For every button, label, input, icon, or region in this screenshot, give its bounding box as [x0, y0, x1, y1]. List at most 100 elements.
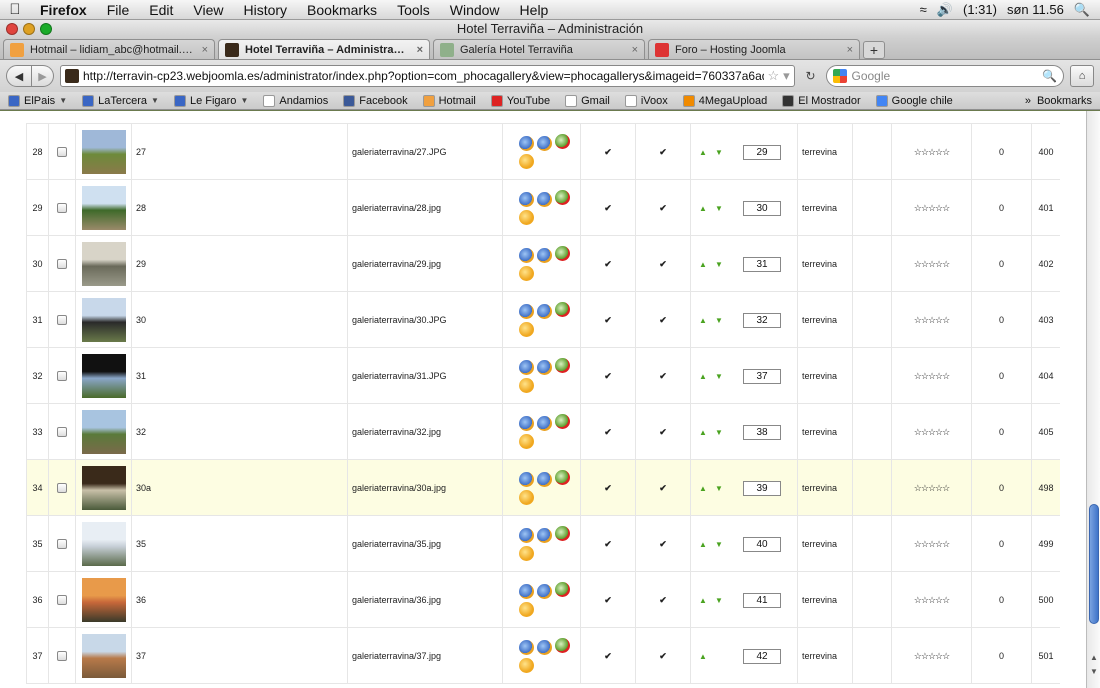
row-checkbox[interactable] — [57, 315, 67, 325]
close-tab-icon[interactable]: × — [417, 44, 423, 56]
vertical-scrollbar[interactable]: ▲ ▼ — [1086, 111, 1100, 688]
approved-check-icon[interactable]: ✔ — [635, 460, 690, 516]
bookmarks-chevron-button[interactable]: » — [1025, 95, 1031, 107]
edit-icon[interactable] — [536, 304, 552, 319]
image-title-link[interactable]: 29 — [131, 236, 347, 292]
clock[interactable]: søn 11.56 — [1007, 2, 1064, 17]
edit-icon[interactable] — [536, 192, 552, 207]
arrow-up-icon[interactable]: ▲ — [697, 204, 709, 213]
volume-icon[interactable]: 🔊 — [937, 2, 953, 18]
approve-icon[interactable] — [554, 190, 570, 205]
author-link[interactable]: terrevina — [797, 180, 852, 236]
minimize-window-icon[interactable] — [23, 23, 35, 35]
zoom-window-icon[interactable] — [40, 23, 52, 35]
browser-tab[interactable]: Foro – Hosting Joomla × — [648, 39, 860, 59]
approved-check-icon[interactable]: ✔ — [635, 572, 690, 628]
close-tab-icon[interactable]: × — [202, 44, 208, 56]
image-title-link[interactable]: 35 — [131, 516, 347, 572]
ordering-input[interactable]: 32 — [743, 312, 781, 328]
published-check-icon[interactable]: ✔ — [580, 628, 635, 684]
bookmark-item[interactable]: Hotmail — [422, 94, 476, 107]
row-checkbox[interactable] — [57, 651, 67, 661]
approve-icon[interactable] — [554, 526, 570, 541]
image-title-link[interactable]: 28 — [131, 180, 347, 236]
menu-file[interactable]: File — [97, 2, 140, 18]
menu-tools[interactable]: Tools — [387, 2, 440, 18]
image-title-link[interactable]: 37 — [131, 628, 347, 684]
published-check-icon[interactable]: ✔ — [580, 348, 635, 404]
approved-check-icon[interactable]: ✔ — [635, 124, 690, 180]
rotate-icon[interactable] — [518, 546, 534, 561]
ordering-input[interactable]: 31 — [743, 256, 781, 272]
rotate-icon[interactable] — [518, 490, 534, 505]
published-check-icon[interactable]: ✔ — [580, 516, 635, 572]
published-check-icon[interactable]: ✔ — [580, 124, 635, 180]
edit-icon[interactable] — [536, 416, 552, 431]
new-tab-button[interactable]: + — [863, 41, 885, 59]
view-icon[interactable] — [518, 472, 534, 487]
search-icon[interactable]: 🔍 — [1042, 69, 1057, 83]
bookmark-item[interactable]: Le Figaro ▼ — [173, 94, 248, 107]
approved-check-icon[interactable]: ✔ — [635, 292, 690, 348]
browser-tab[interactable]: Hotmail – lidiam_abc@hotmail.c... × — [3, 39, 215, 59]
approve-icon[interactable] — [554, 638, 570, 653]
image-title-link[interactable]: 36 — [131, 572, 347, 628]
approve-icon[interactable] — [554, 582, 570, 597]
menu-view[interactable]: View — [183, 2, 233, 18]
image-title-link[interactable]: 32 — [131, 404, 347, 460]
bookmark-item[interactable]: ElPais ▼ — [8, 94, 67, 107]
rotate-icon[interactable] — [518, 602, 534, 617]
edit-icon[interactable] — [536, 136, 552, 151]
view-icon[interactable] — [518, 584, 534, 599]
approved-check-icon[interactable]: ✔ — [635, 236, 690, 292]
published-check-icon[interactable]: ✔ — [580, 404, 635, 460]
ordering-input[interactable]: 29 — [743, 144, 781, 160]
back-button[interactable]: ◀ — [6, 65, 32, 87]
approve-icon[interactable] — [554, 134, 570, 149]
row-checkbox[interactable] — [57, 539, 67, 549]
approved-check-icon[interactable]: ✔ — [635, 516, 690, 572]
view-icon[interactable] — [518, 360, 534, 375]
image-thumbnail[interactable] — [81, 522, 126, 566]
rotate-icon[interactable] — [518, 378, 534, 393]
arrow-down-icon[interactable]: ▼ — [713, 540, 725, 549]
approve-icon[interactable] — [554, 246, 570, 261]
edit-icon[interactable] — [536, 528, 552, 543]
view-icon[interactable] — [518, 528, 534, 543]
bookmark-item[interactable]: Google chile — [875, 94, 953, 107]
view-icon[interactable] — [518, 248, 534, 263]
bookmark-item[interactable]: Facebook — [343, 94, 408, 107]
arrow-up-icon[interactable]: ▲ — [697, 260, 709, 269]
bookmark-item[interactable]: YouTube — [490, 94, 550, 107]
menu-history[interactable]: History — [233, 2, 297, 18]
menu-window[interactable]: Window — [440, 2, 510, 18]
browser-tab[interactable]: Galería Hotel Terraviña × — [433, 39, 645, 59]
author-link[interactable]: terrevina — [797, 236, 852, 292]
view-icon[interactable] — [518, 136, 534, 151]
url-bar[interactable]: http://terravin-cp23.webjoomla.es/admini… — [60, 65, 795, 87]
arrow-up-icon[interactable]: ▲ — [697, 596, 709, 605]
battery-status[interactable]: (1:31) — [963, 2, 997, 17]
menu-help[interactable]: Help — [510, 2, 559, 18]
author-link[interactable]: terrevina — [797, 572, 852, 628]
arrow-down-icon[interactable]: ▼ — [713, 428, 725, 437]
arrow-down-icon[interactable]: ▼ — [713, 596, 725, 605]
edit-icon[interactable] — [536, 248, 552, 263]
arrow-up-icon[interactable]: ▲ — [697, 372, 709, 381]
menu-firefox[interactable]: Firefox — [30, 2, 97, 18]
image-thumbnail[interactable] — [81, 634, 126, 678]
ordering-input[interactable]: 42 — [743, 648, 781, 664]
image-title-link[interactable]: 31 — [131, 348, 347, 404]
image-title-link[interactable]: 30a — [131, 460, 347, 516]
approved-check-icon[interactable]: ✔ — [635, 404, 690, 460]
image-thumbnail[interactable] — [81, 130, 126, 174]
published-check-icon[interactable]: ✔ — [580, 180, 635, 236]
bookmark-item[interactable]: 4MegaUpload — [682, 94, 767, 107]
bookmarks-menu-button[interactable]: Bookmarks — [1037, 95, 1092, 107]
view-icon[interactable] — [518, 304, 534, 319]
apple-menu-icon[interactable]:  — [0, 1, 30, 18]
arrow-up-icon[interactable]: ▲ — [697, 428, 709, 437]
bookmark-item[interactable]: iVoox — [624, 94, 668, 107]
reload-icon[interactable]: ↻ — [801, 66, 821, 86]
edit-icon[interactable] — [536, 640, 552, 655]
